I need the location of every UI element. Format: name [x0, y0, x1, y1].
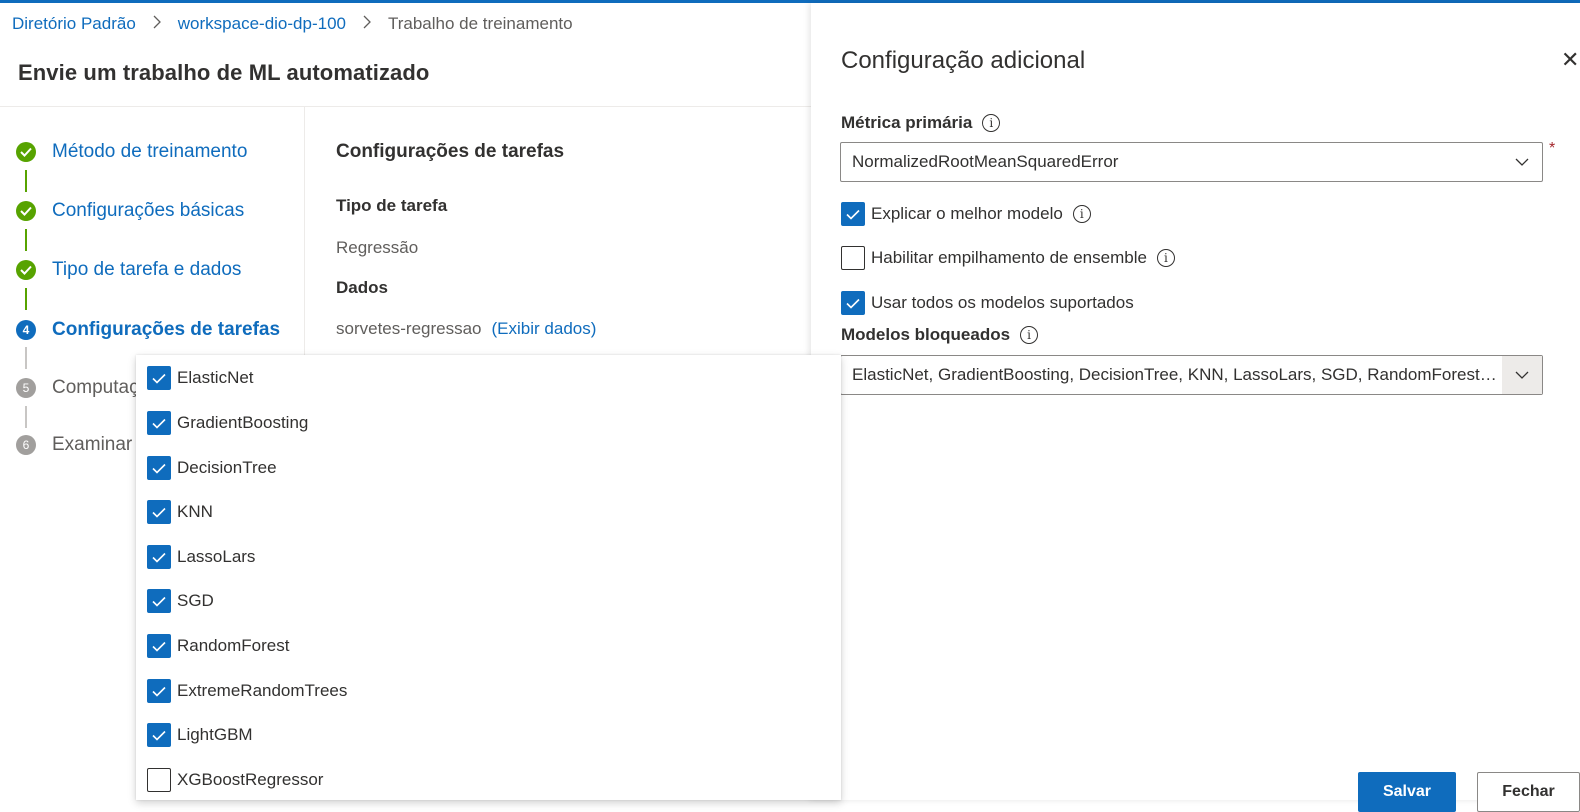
section-title: Configurações de tarefas [336, 141, 565, 162]
option-label: SGD [177, 591, 214, 610]
option-gradientboosting[interactable]: GradientBoosting [147, 410, 308, 436]
option-label: LightGBM [177, 725, 253, 744]
info-icon[interactable]: i [1020, 326, 1039, 344]
chevron-right-icon [152, 15, 162, 34]
info-icon[interactable]: i [1072, 205, 1091, 223]
step-label: Tipo de tarefa e dados [52, 259, 242, 280]
blocked-models-select[interactable]: ElasticNet, GradientBoosting, DecisionTr… [840, 355, 1543, 395]
checkbox-checked-icon [147, 411, 171, 435]
chevron-right-icon [362, 15, 372, 34]
required-marker: * [1549, 140, 1556, 157]
wizard-step-task-settings[interactable]: 4 Configurações de tarefas [16, 319, 280, 341]
blocked-models-label: Modelos bloqueados [841, 325, 1011, 344]
breadcrumb: Diretório Padrão workspace-dio-dp-100 Tr… [12, 12, 573, 36]
primary-metric-label: Métrica primária [841, 113, 973, 132]
checkmark-icon [16, 142, 36, 162]
option-elasticnet[interactable]: ElasticNet [147, 365, 254, 391]
save-button[interactable]: Salvar [1358, 772, 1456, 812]
checkmark-icon [16, 201, 36, 221]
option-label: LassoLars [177, 547, 256, 566]
option-label: XGBoostRegressor [177, 770, 324, 789]
checkbox-checked-icon [147, 545, 171, 569]
checkbox-label: Habilitar empilhamento de ensemble [871, 248, 1147, 267]
checkmark-icon [16, 260, 36, 280]
blocked-models-label-row: Modelos bloqueados i [841, 325, 1039, 345]
step-connector [25, 170, 27, 192]
checkbox-checked-icon [147, 634, 171, 658]
option-label: DecisionTree [177, 458, 277, 477]
step-connector [25, 229, 27, 251]
option-decisiontree[interactable]: DecisionTree [147, 455, 277, 481]
checkbox-checked-icon [841, 291, 865, 315]
primary-metric-value: NormalizedRootMeanSquaredError [852, 152, 1119, 171]
step-number: 5 [16, 378, 36, 398]
checkbox-checked-icon [147, 500, 171, 524]
step-connector [25, 406, 27, 428]
option-sgd[interactable]: SGD [147, 588, 214, 614]
checkbox-checked-icon [147, 366, 171, 390]
checkbox-unchecked-icon [147, 768, 171, 792]
option-randomforest[interactable]: RandomForest [147, 633, 289, 659]
checkbox-checked-icon [147, 456, 171, 480]
step-number: 4 [16, 320, 36, 340]
data-value: sorvetes-regressao [336, 319, 482, 338]
page-title: Envie um trabalho de ML automatizado [18, 60, 430, 85]
panel-title: Configuração adicional [841, 47, 1086, 74]
explain-best-model-checkbox[interactable]: Explicar o melhor modelo i [841, 202, 1091, 226]
step-label: Configurações de tarefas [52, 319, 281, 340]
wizard-step-task-type-data[interactable]: Tipo de tarefa e dados [16, 259, 241, 281]
checkbox-label: Explicar o melhor modelo [871, 204, 1063, 223]
chevron-down-icon [1502, 356, 1542, 394]
step-label: Configurações básicas [52, 200, 245, 221]
breadcrumb-link-directory[interactable]: Diretório Padrão [12, 14, 136, 34]
option-extremerandomtrees[interactable]: ExtremeRandomTrees [147, 678, 347, 704]
wizard-step-training-method[interactable]: Método de treinamento [16, 141, 247, 163]
checkbox-label: Usar todos os modelos suportados [871, 293, 1134, 312]
checkbox-checked-icon [841, 202, 865, 226]
wizard-step-review[interactable]: 6 Examinar [16, 434, 132, 456]
step-connector [25, 347, 27, 369]
view-data-link[interactable]: (Exibir dados) [492, 319, 597, 338]
blocked-models-dropdown: ElasticNet GradientBoosting DecisionTree… [136, 355, 841, 800]
wizard-step-basic-settings[interactable]: Configurações básicas [16, 200, 244, 222]
checkbox-checked-icon [147, 589, 171, 613]
checkbox-checked-icon [147, 723, 171, 747]
primary-metric-label-row: Métrica primária i [841, 113, 1001, 133]
ensemble-stacking-checkbox[interactable]: Habilitar empilhamento de ensemble i [841, 246, 1175, 270]
checkbox-unchecked-icon [841, 246, 865, 270]
option-label: KNN [177, 502, 213, 521]
option-lassolars[interactable]: LassoLars [147, 544, 255, 570]
option-lightgbm[interactable]: LightGBM [147, 722, 253, 748]
info-icon[interactable]: i [1156, 249, 1175, 267]
primary-metric-select[interactable]: NormalizedRootMeanSquaredError [840, 142, 1543, 182]
option-knn[interactable]: KNN [147, 499, 213, 525]
option-label: ElasticNet [177, 368, 254, 387]
option-xgboostregressor[interactable]: XGBoostRegressor [147, 767, 323, 793]
step-number: 6 [16, 435, 36, 455]
use-all-models-checkbox[interactable]: Usar todos os modelos suportados [841, 291, 1134, 315]
step-label: Método de treinamento [52, 141, 248, 162]
breadcrumb-current: Trabalho de treinamento [387, 14, 573, 33]
close-icon[interactable]: ✕ [1561, 47, 1579, 73]
checkbox-checked-icon [147, 679, 171, 703]
option-label: RandomForest [177, 636, 290, 655]
data-row: sorvetes-regressao (Exibir dados) [336, 319, 596, 339]
task-type-value: Regressão [336, 238, 419, 257]
header-divider [0, 106, 812, 107]
additional-config-panel: Configuração adicional ✕ Métrica primári… [811, 3, 1580, 812]
task-type-label: Tipo de tarefa [336, 196, 448, 215]
chevron-down-icon [1502, 143, 1542, 181]
option-label: GradientBoosting [177, 413, 309, 432]
option-label: ExtremeRandomTrees [177, 681, 348, 700]
info-icon[interactable]: i [982, 114, 1001, 132]
blocked-models-value: ElasticNet, GradientBoosting, DecisionTr… [852, 365, 1500, 384]
breadcrumb-link-workspace[interactable]: workspace-dio-dp-100 [178, 14, 346, 34]
step-label: Examinar [52, 434, 133, 455]
step-connector [25, 288, 27, 310]
data-label: Dados [336, 278, 388, 297]
close-button[interactable]: Fechar [1477, 772, 1580, 812]
